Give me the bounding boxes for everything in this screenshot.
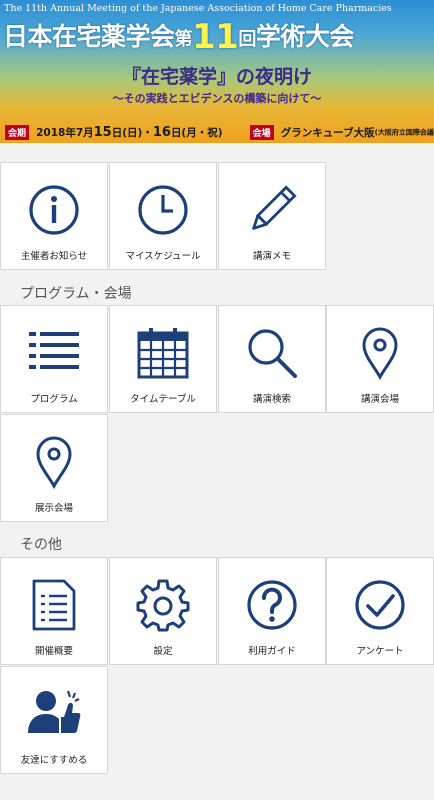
tile-label: プログラム [30,394,78,405]
map-pin-icon [1,427,107,497]
tile-label: 利用ガイド [248,646,296,657]
other-tiles-row-2: 友達にすすめる [0,666,434,774]
tile-label: アンケート [356,646,404,657]
tile-label: 講演メモ [252,251,291,262]
top-tiles-row: 主催者お知らせ マイスケジュール 講演メモ [0,162,434,270]
search-icon [219,318,325,388]
tile-label: 設定 [153,646,173,657]
tile-recommend-friend[interactable]: 友達にすすめる [0,666,108,774]
checkmark-icon [327,570,433,640]
tile-label: 友達にすすめる [20,755,88,766]
tile-settings[interactable]: 設定 [109,557,217,665]
tile-label: 主催者お知らせ [20,251,88,262]
gear-icon [110,570,216,640]
banner-subtitle: The 11th Annual Meeting of the Japanese … [4,3,392,14]
venue-note: (大阪府立国際会議場) [374,128,434,137]
section-title-program: プログラム・会場 [20,286,132,302]
tile-timetable[interactable]: タイムテーブル [109,305,217,413]
date-text: 2018年7月15日(日)・16日(月・祝) [36,125,222,140]
clock-icon [110,175,216,245]
banner-title-kai: 回 [238,29,256,50]
banner-info: 会期 2018年7月15日(日)・16日(月・祝) 会場 グランキューブ大阪(大… [5,122,434,140]
date-part-a: 2018年7月 [36,127,94,139]
thumbs-up-person-icon [1,679,107,749]
program-tiles-row-2: 展示会場 [0,414,434,522]
banner-title-pre: 日本在宅薬学会 [3,22,175,51]
tile-label: 展示会場 [34,503,73,514]
map-pin-icon [327,318,433,388]
banner-title-post: 学術大会 [255,22,355,51]
tile-lecture-search[interactable]: 講演検索 [218,305,326,413]
date-tag: 会期 [5,125,30,140]
header-banner: The 11th Annual Meeting of the Japanese … [0,0,434,143]
question-icon [219,570,325,640]
tile-my-schedule[interactable]: マイスケジュール [109,162,217,270]
document-icon [1,570,107,640]
banner-title: 日本在宅薬学会第11回学術大会 [3,17,433,57]
venue-tag: 会場 [249,125,274,140]
date-part-b: 日(日)・ [111,127,153,139]
calendar-icon [110,318,216,388]
tile-event-overview[interactable]: 開催概要 [0,557,108,665]
tile-label: 講演会場 [360,394,399,405]
date-day-15: 15 [93,125,112,140]
banner-title-dai: 第 [174,29,193,50]
tile-organizer-news[interactable]: 主催者お知らせ [0,162,108,270]
info-icon [1,175,107,245]
program-tiles-row: プログラム タイムテーブル 講演検索 講演会場 [0,305,434,413]
tile-label: 講演検索 [252,394,291,405]
tile-label: マイスケジュール [125,251,201,262]
tile-lecture-memo[interactable]: 講演メモ [218,162,326,270]
tile-survey[interactable]: アンケート [326,557,434,665]
section-title-other: その他 [20,537,62,553]
list-icon [1,318,107,388]
date-day-16: 16 [152,125,171,140]
banner-title-number: 11 [192,17,239,57]
venue-text: グランキューブ大阪 [280,127,375,139]
tile-label: 開催概要 [34,646,73,657]
tile-exhibition-venue[interactable]: 展示会場 [0,414,108,522]
tile-user-guide[interactable]: 利用ガイド [218,557,326,665]
date-part-c: 日(月・祝) [170,127,223,139]
pencil-icon [219,175,325,245]
tile-lecture-venue[interactable]: 講演会場 [326,305,434,413]
tile-label: タイムテーブル [130,394,196,405]
banner-catchphrase: 『在宅薬学』の夜明け [121,66,312,88]
tile-program[interactable]: プログラム [0,305,108,413]
banner-catch-sub: ～その実践とエビデンスの構築に向けて～ [112,92,322,105]
other-tiles-row: 開催概要 設定 利用ガイド アンケート [0,557,434,665]
